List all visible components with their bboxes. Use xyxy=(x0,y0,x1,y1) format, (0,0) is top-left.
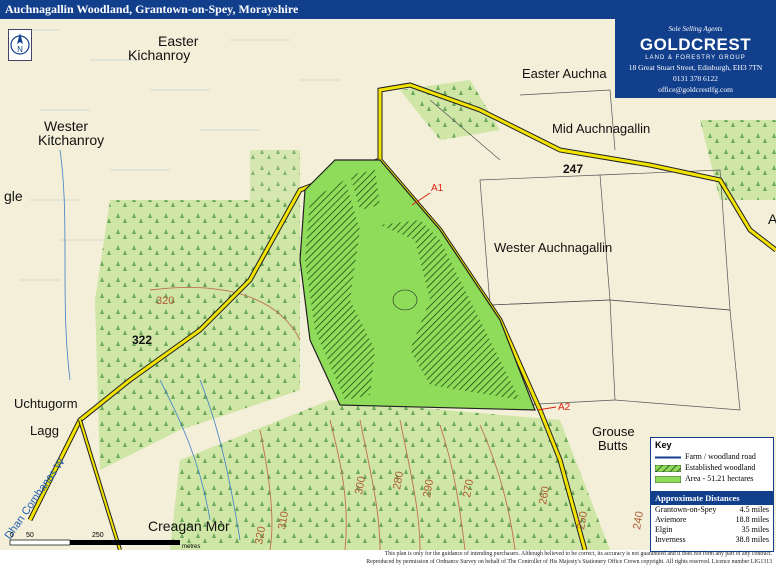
label-gle: gle xyxy=(4,188,23,204)
agent-panel: Sole Selling Agents GOLDCREST LAND & FOR… xyxy=(615,19,776,98)
key-heading: Key xyxy=(655,440,672,450)
title-bar: Auchnagallin Woodland, Grantown-on-Spey,… xyxy=(0,0,776,19)
spot-height-322: 322 xyxy=(132,333,152,347)
north-label: N xyxy=(17,45,23,54)
key-label-road: Farm / woodland road xyxy=(685,452,756,461)
distances-heading: Approximate Distances xyxy=(651,491,773,505)
key-label-woodland: Established woodland xyxy=(685,463,756,472)
distance-value: 35 miles xyxy=(741,525,769,534)
open-ground xyxy=(392,289,418,311)
key-row-woodland: Established woodland xyxy=(651,463,773,474)
label-easter-auchna: Easter Auchna xyxy=(522,66,607,81)
agent-email[interactable]: office@goldcrestlfg.com xyxy=(615,85,776,94)
woodland-patch xyxy=(250,150,300,200)
disclaimer-line-1: This plan is only for the guidance of in… xyxy=(384,551,772,557)
spot-height-247: 247 xyxy=(563,162,583,176)
distance-row: Grantown-on-Spey 4.5 miles xyxy=(651,505,773,515)
distance-value: 4.5 miles xyxy=(739,505,769,514)
distance-value: 38.8 miles xyxy=(735,535,769,544)
disclaimer: This plan is only for the guidance of in… xyxy=(0,550,776,568)
agent-tagline: Sole Selling Agents xyxy=(668,25,723,33)
agent-brand-sub: LAND & FORESTRY GROUP xyxy=(645,55,746,61)
key-label-area: Area - 51.21 hectares xyxy=(685,474,754,483)
distance-place: Grantown-on-Spey xyxy=(655,505,717,514)
agent-phone: 0131 378 6122 xyxy=(673,74,718,83)
map-title: Auchnagallin Woodland, Grantown-on-Spey,… xyxy=(5,2,299,16)
map-sheet: Auchnagallin Woodland, Grantown-on-Spey,… xyxy=(0,0,776,568)
contour-label-320: 320 xyxy=(156,295,174,307)
label-mid-auchnagallin: Mid Auchnagallin xyxy=(552,121,650,136)
distance-row: Elgin 35 miles xyxy=(651,525,773,535)
distance-value: 18.8 miles xyxy=(735,515,769,524)
label-wester-auchnagallin: Wester Auchnagallin xyxy=(494,240,612,255)
label-wester-kitchanroy-2: Kitchanroy xyxy=(38,132,104,148)
key-row-road: Farm / woodland road xyxy=(651,452,773,463)
scale-unit: metres xyxy=(182,544,200,548)
agent-address: 18 Great Stuart Street, Edinburgh, EH3 7… xyxy=(628,63,763,72)
access-label-a2: A2 xyxy=(558,402,571,413)
scale-tick-250: 250 xyxy=(92,532,104,539)
north-arrow-icon: N xyxy=(8,29,32,61)
distance-place: Inverness xyxy=(655,535,686,544)
map-key: Key Farm / woodland road Established woo… xyxy=(650,437,774,552)
label-grouse: Grouse xyxy=(592,424,635,439)
distance-row: Aviemore 18.8 miles xyxy=(651,515,773,525)
label-lagg: Lagg xyxy=(30,423,59,438)
area-swatch xyxy=(655,476,681,483)
agent-brand: GOLDCREST xyxy=(639,35,752,54)
label-edge-a: A xyxy=(768,211,776,227)
label-uchtugorm: Uchtugorm xyxy=(14,396,78,411)
label-butts: Butts xyxy=(598,438,628,453)
disclaimer-line-2: Reproduced by permission of Ordnance Sur… xyxy=(366,559,772,565)
distance-place: Elgin xyxy=(655,525,673,534)
key-row-area: Area - 51.21 hectares xyxy=(651,474,773,485)
road-swatch xyxy=(655,456,681,459)
scale-tick-0: 0 xyxy=(10,532,14,539)
distance-place: Aviemore xyxy=(655,515,687,524)
access-label-a1: A1 xyxy=(431,183,444,194)
woodland-swatch xyxy=(655,465,681,472)
label-easter-kichanroy-2: Kichanroy xyxy=(128,47,190,63)
scale-tick-50: 50 xyxy=(26,532,34,539)
distance-row: Inverness 38.8 miles xyxy=(651,535,773,545)
